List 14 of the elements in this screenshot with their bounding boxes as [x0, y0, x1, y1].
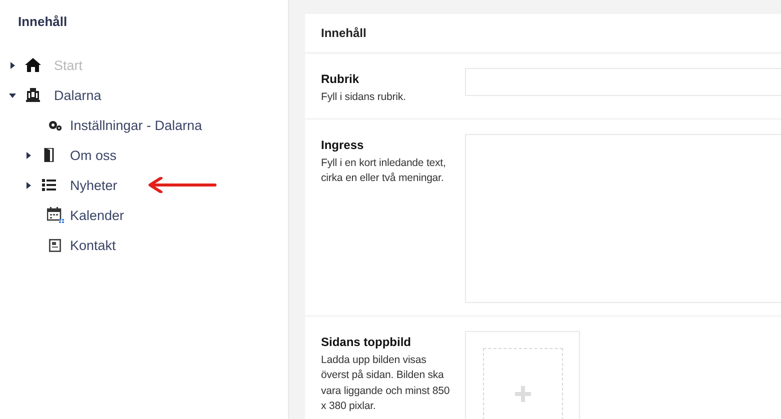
field-help-text: Fyll i sidans rubrik. — [321, 90, 407, 105]
tree-item[interactable]: Inställningar - Dalarna — [70, 118, 202, 132]
field-help-text: Ladda upp bilden visas överst på sidan. Bilden ska vara liggande och minst 850 x 380 pixlar. — [321, 352, 451, 414]
field-label: Sidans toppbild — [321, 334, 412, 348]
tree-item[interactable]: Om oss — [70, 148, 117, 162]
field-help-text: Fyll i en kort inledande text, cirka en eller två meningar. — [321, 156, 447, 186]
tree-item[interactable]: Kalender — [70, 208, 124, 222]
sidebar-title: Innehåll — [18, 14, 68, 29]
tree-item[interactable]: Dalarna — [54, 88, 102, 102]
field-label: Rubrik — [321, 72, 360, 86]
card-title: Innehåll — [321, 26, 366, 40]
tree-item[interactable]: Nyheter — [70, 178, 118, 192]
tree-item[interactable]: Kontakt — [70, 238, 116, 252]
field-label: Ingress — [321, 138, 365, 152]
